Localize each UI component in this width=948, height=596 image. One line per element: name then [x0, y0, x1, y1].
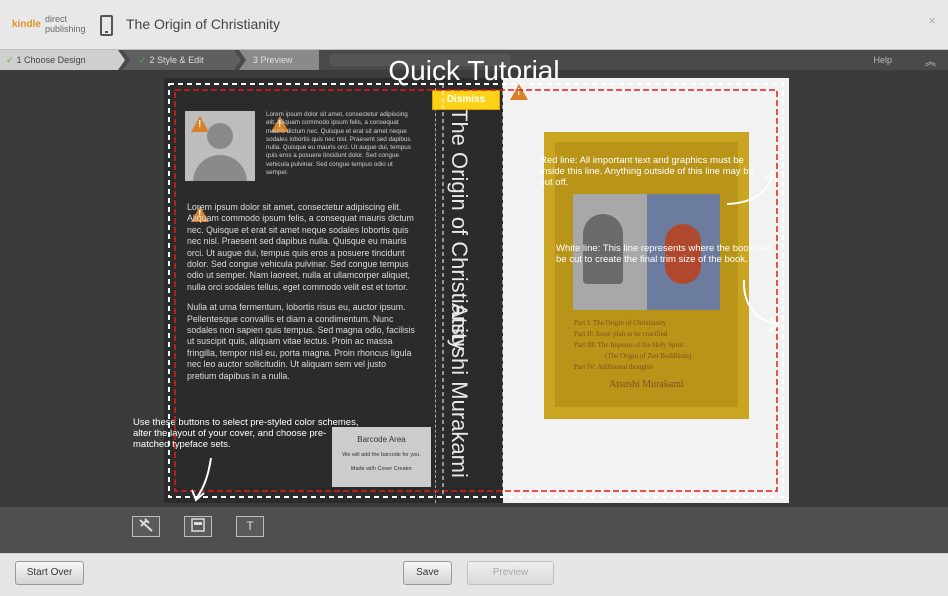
color-scheme-button[interactable]: [132, 516, 160, 537]
front-part-line: (The Origin of Zen Buddhism): [605, 352, 692, 360]
barcode-credit: Made with Cover Creator: [350, 466, 413, 472]
front-author: Atsushi Murakami: [609, 379, 684, 390]
book-description[interactable]: Lorem ipsum dolor sit amet, consectetur …: [187, 202, 415, 391]
footer: Start Over Save Preview: [0, 553, 948, 596]
spine[interactable]: The Origin of Christianity Atsushi Murak…: [435, 78, 503, 503]
logo-direct: direct: [45, 14, 68, 24]
barcode-note: We will add the barcode for you.: [342, 452, 421, 458]
buttons-note: Use these buttons to select pre-styled c…: [133, 417, 359, 450]
front-cover[interactable]: Part I: The Origin of Christianity Part …: [503, 78, 789, 503]
author-bio[interactable]: Lorem ipsum dolor sit amet, consectetur …: [266, 111, 416, 177]
red-line-note: Red line: All important text and graphic…: [540, 155, 754, 188]
typeface-icon: T: [246, 519, 254, 533]
front-part-line: Part I: The Origin of Christianity: [574, 319, 667, 327]
description-paragraph: Lorem ipsum dolor sit amet, consectetur …: [187, 202, 414, 292]
book-title: The Origin of Christianity: [126, 16, 281, 32]
warning-icon[interactable]: [191, 116, 209, 132]
device-icon: [100, 15, 113, 36]
description-paragraph: Nulla at urna fermentum, lobortis risus …: [187, 302, 415, 381]
typeface-button[interactable]: T: [236, 516, 264, 537]
style-toolbar: T: [0, 507, 948, 553]
logo-publishing: publishing: [45, 24, 86, 34]
close-icon[interactable]: ×: [928, 13, 936, 28]
front-part-line: Part II: Jesus' plan to be crucified: [574, 330, 668, 338]
color-scheme-icon: [139, 518, 153, 532]
dismiss-button[interactable]: Dismiss: [432, 90, 500, 110]
avatar-head: [207, 123, 233, 149]
logo-direct-publishing: direct publishing: [45, 14, 86, 34]
layout-button[interactable]: [184, 516, 212, 537]
front-part-line: Part III: The Impetus of the Holy Spirit: [574, 341, 684, 349]
front-part-line: Part IV: Additional thoughts: [574, 363, 654, 371]
avatar-body: [193, 155, 247, 181]
save-button[interactable]: Save: [403, 561, 452, 585]
start-over-button[interactable]: Start Over: [15, 561, 84, 585]
logo-kindle: kindle: [12, 19, 41, 30]
warning-icon[interactable]: [510, 84, 528, 100]
white-line-note: White line: This line represents where t…: [556, 243, 770, 265]
tutorial-title: Quick Tutorial: [388, 55, 560, 86]
spine-author: Atsushi Murakami: [447, 303, 472, 478]
layout-icon: [191, 518, 205, 532]
kdp-logo: kindle direct publishing: [12, 13, 90, 37]
cover-creator-app: kindle direct publishing The Origin of Ch…: [0, 0, 948, 596]
preview-button[interactable]: Preview: [467, 561, 554, 585]
header: kindle direct publishing The Origin of Ch…: [0, 0, 948, 50]
